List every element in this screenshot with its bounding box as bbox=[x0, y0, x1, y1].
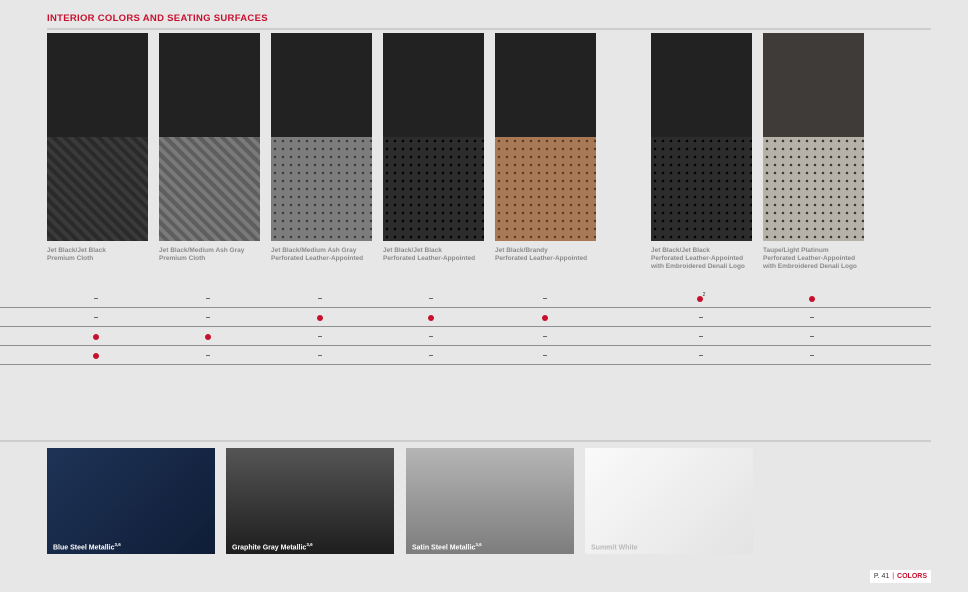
page-footer: P. 41 | COLORS bbox=[869, 570, 931, 583]
dot-icon bbox=[93, 333, 99, 340]
swatch-7 bbox=[763, 33, 864, 241]
swatch-6 bbox=[651, 33, 752, 241]
dash-icon bbox=[429, 298, 433, 300]
dash-icon bbox=[318, 336, 322, 338]
availability-dash bbox=[535, 327, 555, 346]
availability-dash bbox=[691, 346, 711, 365]
paint-swatch-graphite-gray: Graphite Gray Metallic3,6 bbox=[226, 448, 394, 554]
dash-icon bbox=[810, 355, 814, 357]
availability-dash bbox=[802, 346, 822, 365]
availability-dash bbox=[198, 308, 218, 327]
availability-dash bbox=[535, 346, 555, 365]
title-divider bbox=[47, 28, 931, 30]
availability-dot bbox=[310, 308, 330, 327]
swatch-caption: Taupe/Light Platinum Perforated Leather-A… bbox=[763, 247, 857, 270]
availability-row bbox=[0, 327, 931, 346]
swatch-caption: Jet Black/Medium Ash Gray Premium Cloth bbox=[159, 247, 245, 262]
footer-divider: | bbox=[892, 573, 895, 580]
dash-icon bbox=[206, 298, 210, 300]
swatch-caption: Jet Black/Brandy Perforated Leather-Appoi… bbox=[495, 247, 588, 262]
paint-swatch-summit-white: Summit White bbox=[585, 448, 753, 554]
availability-dot bbox=[421, 308, 441, 327]
paint-label: Graphite Gray Metallic3,6 bbox=[232, 541, 313, 551]
swatch-3 bbox=[271, 33, 372, 241]
dash-icon bbox=[543, 298, 547, 300]
dash-icon bbox=[429, 355, 433, 357]
availability-dash bbox=[86, 308, 106, 327]
availability-dash bbox=[86, 289, 106, 308]
availability-dash bbox=[691, 327, 711, 346]
dash-icon bbox=[810, 336, 814, 338]
dash-icon bbox=[699, 355, 703, 357]
availability-dash bbox=[535, 289, 555, 308]
availability-dot bbox=[86, 327, 106, 346]
availability-dash bbox=[310, 346, 330, 365]
availability-dash bbox=[802, 308, 822, 327]
availability-row: 2 bbox=[0, 289, 931, 308]
availability-dash bbox=[421, 346, 441, 365]
availability-row bbox=[0, 308, 931, 327]
availability-dash bbox=[421, 289, 441, 308]
dash-icon bbox=[543, 336, 547, 338]
availability-dot bbox=[535, 308, 555, 327]
availability-dot bbox=[86, 346, 106, 365]
dash-icon bbox=[810, 317, 814, 319]
dot-icon bbox=[93, 352, 99, 359]
availability-dash bbox=[421, 327, 441, 346]
swatch-1 bbox=[47, 33, 148, 241]
paint-label: Satin Steel Metallic3,6 bbox=[412, 541, 482, 551]
dash-icon bbox=[94, 298, 98, 300]
dash-icon bbox=[429, 336, 433, 338]
section-divider bbox=[0, 440, 931, 442]
swatch-5 bbox=[495, 33, 596, 241]
paint-label: Blue Steel Metallic3,6 bbox=[53, 541, 121, 551]
footer-section: COLORS bbox=[897, 573, 927, 580]
dash-icon bbox=[543, 355, 547, 357]
dot-icon bbox=[809, 295, 815, 302]
dash-icon bbox=[94, 317, 98, 319]
availability-dash bbox=[310, 327, 330, 346]
availability-row bbox=[0, 346, 931, 365]
swatch-caption: Jet Black/Jet Black Premium Cloth bbox=[47, 247, 106, 262]
dash-icon bbox=[206, 317, 210, 319]
dash-icon bbox=[318, 298, 322, 300]
availability-dash bbox=[802, 327, 822, 346]
swatch-caption: Jet Black/Medium Ash Gray Perforated Leat… bbox=[271, 247, 364, 262]
availability-dash bbox=[198, 289, 218, 308]
dot-icon bbox=[317, 314, 323, 321]
paint-swatch-blue-steel: Blue Steel Metallic3,6 bbox=[47, 448, 215, 554]
dot-icon bbox=[428, 314, 434, 321]
paint-swatch-satin-steel: Satin Steel Metallic3,6 bbox=[406, 448, 574, 554]
page-number: P. 41 bbox=[873, 573, 890, 580]
section-title: INTERIOR COLORS AND SEATING SURFACES bbox=[47, 13, 268, 24]
footnote-marker: 2 bbox=[702, 292, 706, 298]
dot-icon bbox=[205, 333, 211, 340]
swatch-caption: Jet Black/Jet Black Perforated Leather-Ap… bbox=[383, 247, 476, 262]
availability-dot bbox=[198, 327, 218, 346]
dash-icon bbox=[699, 336, 703, 338]
dash-icon bbox=[206, 355, 210, 357]
dash-icon bbox=[699, 317, 703, 319]
swatch-caption: Jet Black/Jet Black Perforated Leather-Ap… bbox=[651, 247, 745, 270]
row-divider bbox=[0, 364, 931, 365]
availability-dash bbox=[310, 289, 330, 308]
dot-icon bbox=[542, 314, 548, 321]
dash-icon bbox=[318, 355, 322, 357]
availability-dot: 2 bbox=[691, 289, 711, 308]
swatch-2 bbox=[159, 33, 260, 241]
availability-dot bbox=[802, 289, 822, 308]
paint-label: Summit White bbox=[591, 544, 638, 551]
swatch-4 bbox=[383, 33, 484, 241]
availability-dash bbox=[198, 346, 218, 365]
availability-dash bbox=[691, 308, 711, 327]
